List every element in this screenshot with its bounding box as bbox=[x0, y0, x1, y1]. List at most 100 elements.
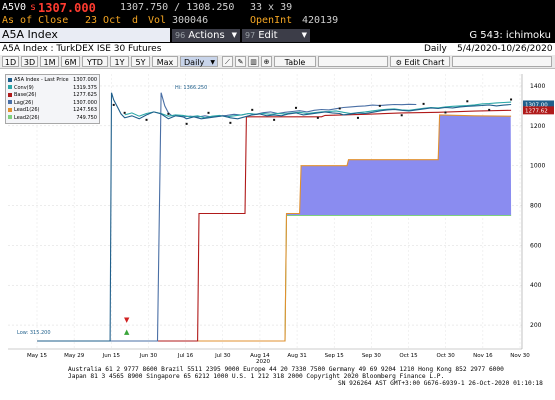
x-tick-label: Nov 30 bbox=[510, 353, 530, 359]
edit-chart-label: Edit Chart bbox=[404, 58, 445, 67]
actions-menu-button[interactable]: 96 Actions ▼ bbox=[172, 29, 240, 42]
tab-ytd[interactable]: YTD bbox=[82, 56, 108, 67]
date-range: 5/4/2020-10/26/2020 bbox=[457, 44, 553, 54]
legend-swatch bbox=[8, 107, 12, 112]
legend-item[interactable]: Conv(9) 1319.375 bbox=[8, 84, 97, 92]
legend-label: Lag(26) bbox=[14, 99, 34, 106]
bid-ask-range: 1307.750 / 1308.250 bbox=[120, 2, 235, 13]
y-tick-label: 1200 bbox=[530, 123, 545, 130]
gear-icon: ⚙ bbox=[395, 59, 402, 67]
frequency-label: Daily bbox=[184, 58, 205, 67]
chart-toolbar: 1D 3D 1M 6M YTD 1Y 5Y Max Daily ▼ ⟋ ✎ ▥ … bbox=[0, 55, 555, 69]
line-chart-icon[interactable]: ⟋ bbox=[222, 56, 233, 67]
legend-item[interactable]: Lead2(26) 749.750 bbox=[8, 114, 97, 122]
zoom-icon[interactable]: ⊕ bbox=[261, 56, 272, 67]
footer-session-line: SN 926264 AST GMT+3:00 G676-6939-1 26-Oc… bbox=[338, 380, 543, 387]
legend-swatch bbox=[8, 85, 12, 89]
footer-contacts-line: Australia 61 2 9777 8600 Brazil 5511 239… bbox=[68, 366, 504, 373]
last-price: 1307.000 bbox=[38, 1, 96, 15]
price-marker bbox=[488, 108, 491, 111]
y-tick-label: 400 bbox=[530, 282, 542, 289]
price-marker bbox=[466, 100, 469, 103]
footer-copyright-line: Japan 81 3 4565 8900 Singapore 65 6212 1… bbox=[68, 373, 445, 380]
x-tick-label: Jul 16 bbox=[177, 353, 194, 359]
price-marker bbox=[294, 106, 297, 109]
as-of-flag: d bbox=[132, 15, 139, 26]
frequency-dropdown[interactable]: Daily ▼ bbox=[180, 56, 218, 67]
price-marker bbox=[273, 118, 276, 121]
tab-1d[interactable]: 1D bbox=[2, 56, 19, 67]
y-tick-label: 1400 bbox=[530, 83, 545, 90]
high-annotation: Hi: 1366.250 bbox=[175, 85, 207, 91]
edit-label: Edit bbox=[258, 30, 278, 41]
pen-icon[interactable]: ✎ bbox=[235, 56, 246, 67]
x-tick-label: Jun 15 bbox=[102, 353, 121, 359]
chart-legend[interactable]: A5A Index - Last Price 1307.000 Conv(9) 131… bbox=[5, 74, 100, 124]
legend-label: Conv(9) bbox=[14, 84, 34, 91]
security-description: A5A Index : TurkDEX ISE 30 Futures bbox=[2, 44, 162, 54]
price-marker bbox=[338, 107, 341, 110]
command-bar: A5A Index 96 Actions ▼ 97 Edit ▼ G 543: ic… bbox=[0, 28, 555, 43]
tab-1m[interactable]: 1M bbox=[40, 56, 59, 67]
price-marker bbox=[123, 111, 126, 114]
price-marker bbox=[229, 121, 232, 124]
price-marker bbox=[422, 102, 425, 105]
legend-label: Lead2(26) bbox=[14, 114, 40, 121]
legend-label: Base(26) bbox=[14, 92, 37, 98]
as-of-date: 23 Oct bbox=[85, 15, 122, 26]
low-annotation: Low: 315.200 bbox=[17, 330, 51, 336]
legend-item[interactable]: Lead1(26) 1247.563 bbox=[8, 106, 97, 114]
legend-swatch bbox=[8, 100, 12, 104]
price-marker bbox=[400, 114, 403, 117]
toolbar-spacer bbox=[452, 56, 552, 67]
as-of-label: As of Close bbox=[2, 15, 69, 26]
legend-item[interactable]: A5A Index - Last Price 1307.000 bbox=[8, 76, 97, 84]
edit-chart-button[interactable]: ⚙ Edit Chart bbox=[390, 56, 450, 67]
y-tick-label: 600 bbox=[530, 242, 542, 249]
x-tick-label: Oct 15 bbox=[399, 353, 418, 359]
price-marker bbox=[510, 98, 513, 101]
openint-value: 420139 bbox=[302, 15, 339, 26]
actions-number: 96 bbox=[175, 31, 186, 40]
legend-item[interactable]: Base(26) 1277.625 bbox=[8, 91, 97, 99]
up-arrow-icon: ▲ bbox=[124, 328, 130, 336]
period-label: Daily bbox=[424, 44, 447, 54]
price-marker bbox=[167, 112, 170, 115]
x-tick-label: Oct 30 bbox=[437, 353, 456, 359]
price-marker bbox=[251, 108, 254, 111]
tab-1y[interactable]: 1Y bbox=[110, 56, 129, 67]
ticker: A5V0 bbox=[2, 2, 27, 13]
x-tick-label: Jul 30 bbox=[214, 353, 231, 359]
openint-label: OpenInt bbox=[250, 15, 293, 26]
actions-label: Actions bbox=[188, 30, 225, 41]
down-arrow-icon: ▼ bbox=[124, 316, 130, 324]
last-price-prefix: s bbox=[30, 2, 37, 13]
tab-6m[interactable]: 6M bbox=[61, 56, 80, 67]
tab-3d[interactable]: 3D bbox=[21, 56, 38, 67]
security-title[interactable]: A5A Index bbox=[0, 28, 170, 42]
y-tick-label: 200 bbox=[530, 322, 542, 329]
security-subheader: A5A Index : TurkDEX ISE 30 Futures Daily… bbox=[0, 43, 555, 55]
bid-ask-size: 33 x 39 bbox=[250, 2, 293, 13]
volume-label: Vol bbox=[148, 15, 167, 26]
legend-swatch bbox=[8, 115, 12, 119]
tab-5y[interactable]: 5Y bbox=[131, 56, 150, 67]
more-tools-button[interactable] bbox=[318, 56, 388, 67]
x-tick-label: Nov 16 bbox=[473, 353, 493, 359]
price-marker bbox=[316, 116, 319, 119]
price-marker bbox=[378, 104, 381, 107]
legend-label: Lead1(26) bbox=[14, 107, 40, 113]
edit-menu-button[interactable]: 97 Edit ▼ bbox=[242, 29, 310, 42]
x-tick-label: Sep 15 bbox=[325, 353, 345, 359]
table-button[interactable]: Table bbox=[274, 56, 316, 67]
x-tick-label: May 15 bbox=[27, 353, 48, 359]
price-marker bbox=[356, 116, 359, 119]
x-tick-label: Jun 30 bbox=[139, 353, 158, 359]
legend-item[interactable]: Lag(26) 1307.000 bbox=[8, 99, 97, 107]
chart-type-icon[interactable]: ▥ bbox=[248, 56, 259, 67]
tab-max[interactable]: Max bbox=[152, 56, 178, 67]
price-marker bbox=[112, 103, 115, 106]
chevron-down-icon: ▼ bbox=[301, 31, 307, 39]
volume-value: 300046 bbox=[172, 15, 209, 26]
edit-number: 97 bbox=[245, 31, 256, 40]
